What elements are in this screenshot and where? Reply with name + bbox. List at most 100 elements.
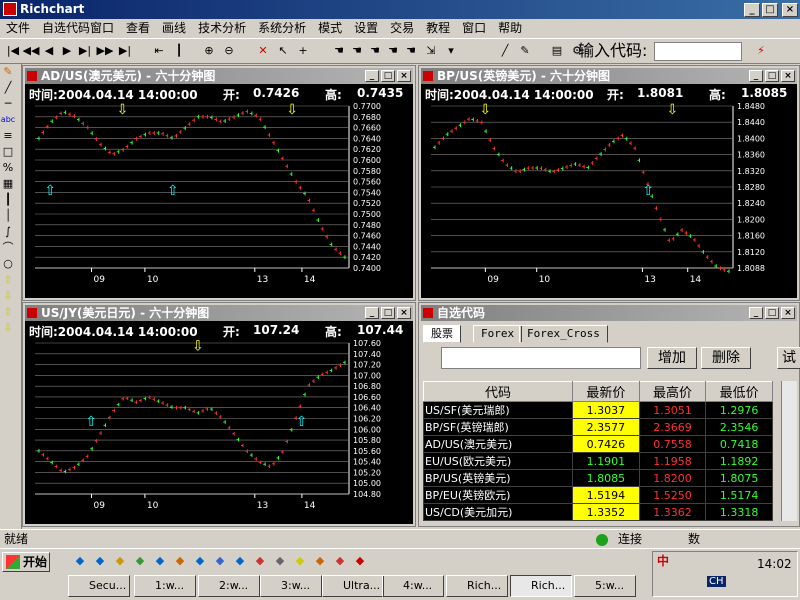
- maximize-button[interactable]: □: [381, 307, 395, 319]
- fib-icon[interactable]: %: [0, 160, 16, 176]
- play-icon[interactable]: ▶: [58, 42, 76, 60]
- ellipse-icon[interactable]: ○: [0, 256, 16, 272]
- rect-icon[interactable]: □: [0, 144, 16, 160]
- marker-icon[interactable]: ⇤: [150, 42, 168, 60]
- first-icon[interactable]: |◀: [4, 42, 22, 60]
- globe-icon[interactable]: ◆: [232, 553, 248, 569]
- tab-forex-cross[interactable]: Forex_Cross: [519, 325, 608, 343]
- chart-area[interactable]: 时间:2004.04.14 14:00:00 开: 107.24 高: 107.44 10…: [25, 321, 413, 524]
- taskbar-button[interactable]: 4:w...: [382, 575, 444, 597]
- hand-icon[interactable]: ☚: [348, 42, 366, 60]
- zoom-in-icon[interactable]: ⊕: [200, 42, 218, 60]
- close-button[interactable]: ×: [397, 307, 411, 319]
- up-arrow-icon[interactable]: ⇧: [0, 272, 16, 288]
- bars-icon[interactable]: ┃: [0, 192, 16, 208]
- penguin-icon[interactable]: ◆: [312, 553, 328, 569]
- curve-icon[interactable]: ∫: [0, 224, 16, 240]
- taskbar-button[interactable]: 3:w...: [260, 575, 322, 597]
- close-icon[interactable]: ⚡: [752, 42, 770, 60]
- start-button[interactable]: 开始: [2, 552, 50, 572]
- table-row[interactable]: BP/US(英镑美元) 1.8085 1.8200 1.8075: [422, 469, 773, 487]
- fast-forward-icon[interactable]: ▶▶: [96, 42, 114, 60]
- chart-icon[interactable]: ▤: [548, 42, 566, 60]
- hand-icon[interactable]: ☚: [366, 42, 384, 60]
- taskbar-button[interactable]: 1:w...: [134, 575, 196, 597]
- delete-icon[interactable]: ✕: [254, 42, 272, 60]
- menu-item-6[interactable]: 模式: [312, 19, 348, 38]
- draw-line-icon[interactable]: ╱: [496, 42, 514, 60]
- header-last[interactable]: 最新价: [572, 381, 640, 402]
- mail-icon[interactable]: ◆: [252, 553, 268, 569]
- menu-item-9[interactable]: 教程: [420, 19, 456, 38]
- gear-icon[interactable]: ◆: [272, 553, 288, 569]
- tab-stocks[interactable]: 股票: [423, 325, 461, 343]
- pen-icon[interactable]: ◆: [172, 553, 188, 569]
- more-button[interactable]: 试: [777, 347, 800, 369]
- ime-icon[interactable]: 中: [657, 552, 669, 569]
- prev-icon[interactable]: ◀: [40, 42, 58, 60]
- abc-text-icon[interactable]: abc: [0, 112, 16, 128]
- table-row[interactable]: US/SF(美元瑞郎) 1.3037 1.3051 1.2976: [422, 401, 773, 419]
- menu-item-8[interactable]: 交易: [384, 19, 420, 38]
- hand-icon[interactable]: ☚: [330, 42, 348, 60]
- menu-item-3[interactable]: 画线: [156, 19, 192, 38]
- menu-item-0[interactable]: 文件: [0, 19, 36, 38]
- chart-area[interactable]: 时间:2004.04.14 14:00:00 开: 0.7426 高: 0.7435 0.…: [25, 84, 413, 298]
- menu-item-7[interactable]: 设置: [348, 19, 384, 38]
- delete-button[interactable]: 删除: [701, 347, 751, 369]
- crosshair-icon[interactable]: +: [294, 42, 312, 60]
- minimize-button[interactable]: _: [365, 307, 379, 319]
- dropdown-icon[interactable]: ▾: [442, 42, 460, 60]
- folder-icon[interactable]: ◆: [112, 553, 128, 569]
- taskbar-button[interactable]: 2:w...: [198, 575, 260, 597]
- rewind-icon[interactable]: ◀◀: [22, 42, 40, 60]
- config-icon[interactable]: ⚙: [568, 42, 586, 60]
- minimize-button[interactable]: _: [749, 70, 763, 82]
- chat-icon[interactable]: ◆: [332, 553, 348, 569]
- scroll-icon[interactable]: ⇲: [422, 42, 440, 60]
- down-arrow-icon[interactable]: ⇩: [0, 288, 16, 304]
- ie-icon[interactable]: ◆: [92, 553, 108, 569]
- table-row[interactable]: US/CD(美元加元) 1.3352 1.3362 1.3318: [422, 503, 773, 521]
- qq-icon[interactable]: ◆: [292, 553, 308, 569]
- media-icon[interactable]: ◆: [132, 553, 148, 569]
- zoom-out-icon[interactable]: ⊖: [220, 42, 238, 60]
- header-high[interactable]: 最高价: [638, 381, 707, 402]
- add-button[interactable]: 增加: [647, 347, 697, 369]
- menu-item-5[interactable]: 系统分析: [252, 19, 312, 38]
- taskbar-button[interactable]: 5:w...: [574, 575, 636, 597]
- taskbar-button[interactable]: Rich...: [446, 575, 508, 597]
- draw-tool-icon[interactable]: ✎: [516, 42, 534, 60]
- web-icon[interactable]: ◆: [192, 553, 208, 569]
- close-icon[interactable]: ◆: [352, 553, 368, 569]
- language-indicator[interactable]: CH: [707, 576, 726, 587]
- minimize-button[interactable]: _: [749, 307, 763, 319]
- table-row[interactable]: EU/US(欧元美元) 1.1901 1.1958 1.1892: [422, 452, 773, 470]
- code-input[interactable]: [654, 42, 742, 61]
- menu-item-2[interactable]: 查看: [120, 19, 156, 38]
- scrollbar[interactable]: [781, 381, 797, 521]
- grid-icon[interactable]: ▦: [0, 176, 16, 192]
- menu-item-11[interactable]: 帮助: [492, 19, 528, 38]
- vline-icon[interactable]: │: [0, 208, 16, 224]
- maximize-button[interactable]: □: [765, 70, 779, 82]
- tab-forex[interactable]: Forex: [473, 325, 523, 343]
- menu-item-4[interactable]: 技术分析: [192, 19, 252, 38]
- arc-icon[interactable]: ⌒: [0, 240, 16, 256]
- taskbar-button[interactable]: Ultra...: [322, 575, 384, 597]
- close-button[interactable]: ×: [782, 3, 798, 17]
- close-button[interactable]: ×: [397, 70, 411, 82]
- watch-code-input[interactable]: [441, 347, 641, 369]
- maximize-button[interactable]: □: [765, 307, 779, 319]
- web-icon[interactable]: ◆: [212, 553, 228, 569]
- pencil-icon[interactable]: ✎: [0, 64, 16, 80]
- desktop-icon[interactable]: ◆: [72, 553, 88, 569]
- lines-icon[interactable]: ≡: [0, 128, 16, 144]
- hand-icon[interactable]: ☚: [384, 42, 402, 60]
- arrow-icon[interactable]: ◆: [152, 553, 168, 569]
- close-button[interactable]: ×: [781, 307, 795, 319]
- chart-area[interactable]: 时间:2004.04.14 14:00:00 开: 1.8081 高: 1.8085 1.…: [421, 84, 797, 298]
- table-row[interactable]: BP/EU(英镑欧元) 1.5194 1.5250 1.5174: [422, 486, 773, 504]
- last-icon[interactable]: ▶|: [116, 42, 134, 60]
- down-arrow-icon[interactable]: ⇩: [0, 320, 16, 336]
